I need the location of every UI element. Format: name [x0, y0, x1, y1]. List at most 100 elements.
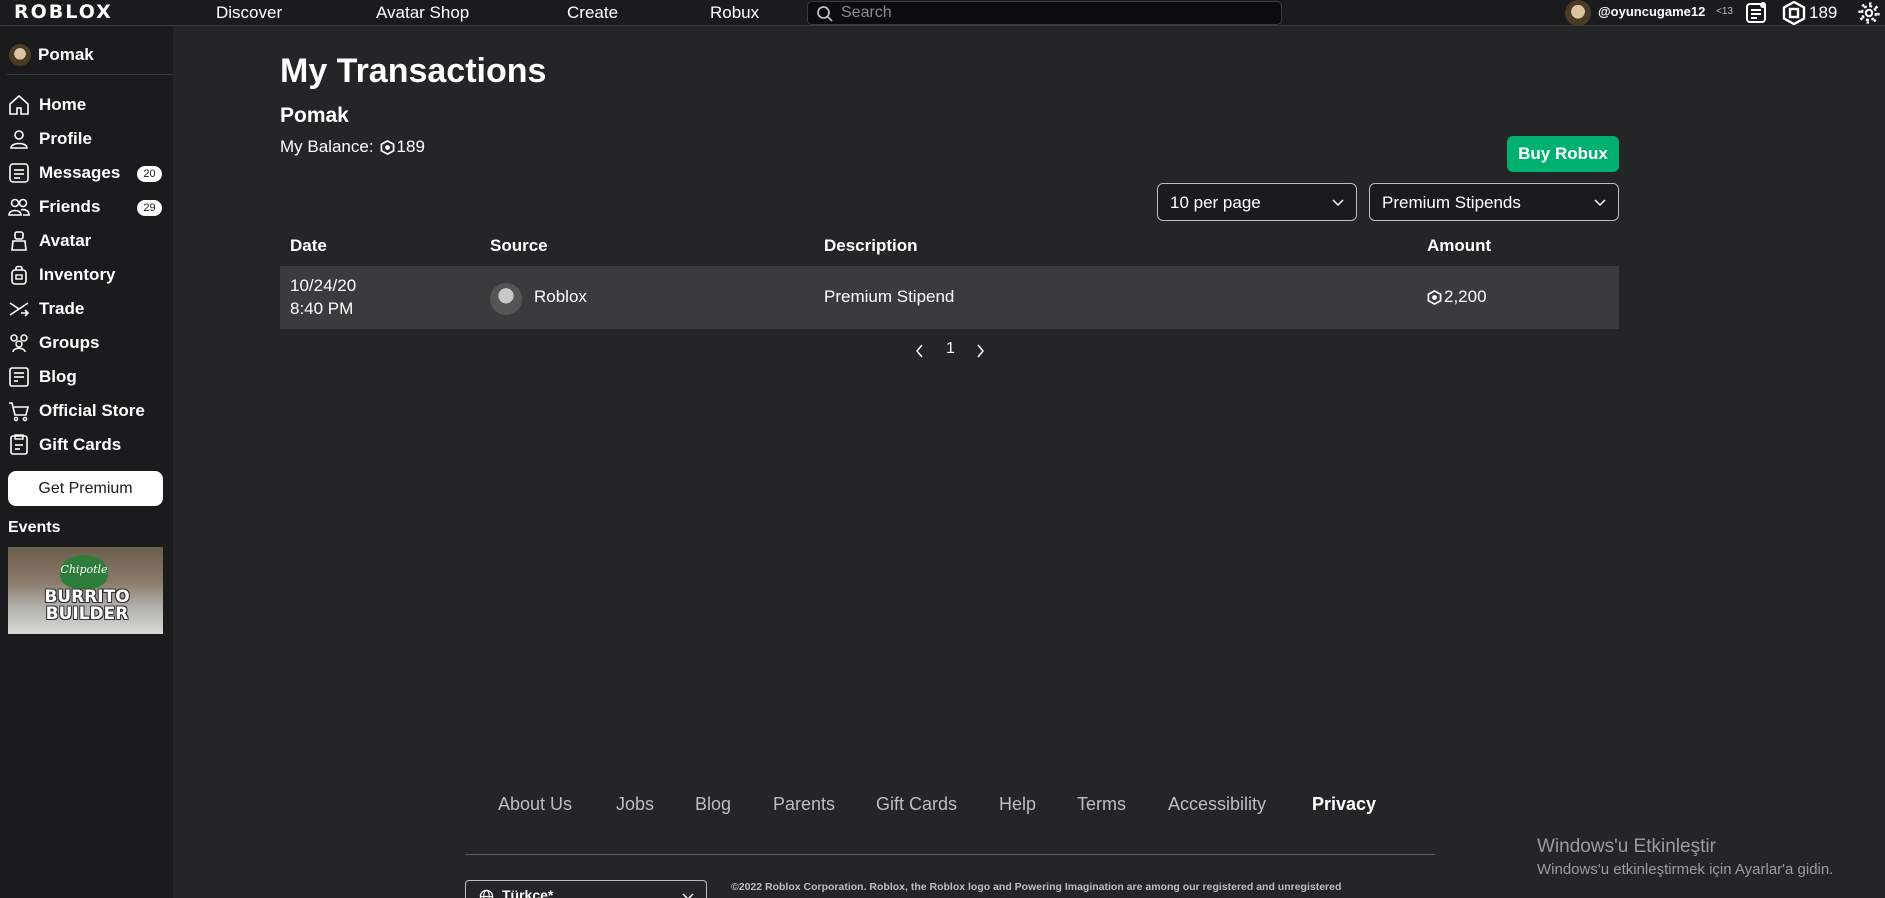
buy-robux-button[interactable]: Buy Robux — [1507, 136, 1619, 172]
sidebar-item-official-store[interactable]: Official Store — [7, 397, 167, 425]
sidebar-user[interactable]: Pomak — [9, 43, 94, 67]
footer-link-privacy[interactable]: Privacy — [1312, 794, 1376, 815]
transactions-username: Pomak — [280, 104, 349, 127]
notifications-icon[interactable] — [1745, 2, 1767, 24]
transaction-amount: 2,200 — [1444, 287, 1487, 306]
footer-link-help[interactable]: Help — [999, 794, 1036, 815]
robux-icon[interactable] — [1782, 1, 1806, 25]
footer-link-terms[interactable]: Terms — [1077, 794, 1126, 815]
avatar-icon — [11, 231, 27, 251]
chevron-left-icon[interactable] — [914, 343, 926, 359]
messages-count-badge: 20 — [137, 166, 162, 182]
sidebar-username: Pomak — [38, 45, 94, 64]
settings-gear-icon[interactable] — [1857, 1, 1881, 25]
age-label: <13 — [1716, 6, 1733, 17]
chevron-down-icon — [1594, 199, 1606, 207]
footer-link-parents[interactable]: Parents — [773, 794, 835, 815]
home-icon — [9, 94, 29, 115]
left-sidebar: Pomak Home Profile Messages 20 Friends 2… — [0, 27, 173, 898]
inventory-icon — [11, 265, 27, 285]
sidebar-item-avatar[interactable]: Avatar — [7, 227, 167, 255]
sidebar-item-groups[interactable]: Groups — [7, 329, 167, 357]
sidebar-item-label: Messages — [39, 163, 121, 182]
balance-value: 189 — [396, 137, 425, 156]
transaction-description: Premium Stipend — [824, 287, 955, 306]
sidebar-item-label: Trade — [39, 299, 85, 318]
search-input[interactable] — [841, 3, 1261, 23]
transaction-time: 8:40 PM — [290, 299, 354, 318]
roblox-logo[interactable]: ROBLOX — [14, 1, 113, 23]
footer-link-gift-cards[interactable]: Gift Cards — [876, 794, 957, 815]
nav-avatar-shop[interactable]: Avatar Shop — [376, 3, 469, 23]
sidebar-item-label: Groups — [39, 333, 100, 352]
event-brand: Chipotle — [60, 563, 108, 576]
blog-icon — [9, 367, 29, 387]
friends-count-badge: 29 — [137, 200, 162, 216]
globe-icon — [479, 889, 494, 898]
sidebar-item-messages[interactable]: Messages 20 — [7, 159, 167, 187]
transaction-source[interactable]: Roblox — [534, 287, 587, 307]
sidebar-item-label: Inventory — [39, 265, 116, 284]
current-page-number: 1 — [946, 340, 955, 357]
source-avatar[interactable] — [490, 283, 522, 315]
robux-icon — [1427, 290, 1442, 305]
page-title: My Transactions — [280, 52, 547, 90]
per-page-select[interactable]: 10 per page — [1157, 183, 1357, 221]
column-header-source: Source — [490, 236, 548, 255]
sidebar-item-profile[interactable]: Profile — [7, 125, 167, 153]
per-page-value: 10 per page — [1170, 193, 1261, 212]
groups-icon — [10, 334, 28, 353]
avatar — [9, 44, 31, 66]
nav-discover[interactable]: Discover — [216, 3, 282, 23]
events-heading: Events — [8, 519, 61, 536]
sidebar-item-gift-cards[interactable]: Gift Cards — [7, 431, 167, 459]
windows-activation-subtitle: Windows'u etkinleştirmek için Ayarlar'a … — [1537, 861, 1834, 878]
sidebar-item-label: Official Store — [39, 401, 145, 420]
transaction-date: 10/24/20 — [290, 276, 357, 295]
friends-icon — [8, 198, 30, 216]
nav-robux[interactable]: Robux — [710, 3, 759, 23]
column-header-amount: Amount — [1427, 236, 1492, 255]
footer-divider — [465, 854, 1435, 855]
sidebar-item-label: Blog — [39, 367, 77, 386]
sidebar-item-inventory[interactable]: Inventory — [7, 261, 167, 289]
footer-link-accessibility[interactable]: Accessibility — [1168, 794, 1266, 815]
search-box — [807, 1, 1282, 25]
sidebar-item-label: Home — [39, 95, 87, 114]
sidebar-item-label: Gift Cards — [39, 435, 122, 454]
robux-balance[interactable]: 189 — [1809, 3, 1837, 23]
sidebar-item-blog[interactable]: Blog — [7, 363, 167, 391]
store-cart-icon — [9, 402, 30, 422]
nav-create[interactable]: Create — [567, 3, 618, 23]
balance-label: My Balance: — [280, 137, 374, 156]
windows-activation-title: Windows'u Etkinleştir — [1537, 836, 1716, 857]
language-value: Türkçe* — [502, 887, 554, 898]
messages-icon — [9, 163, 29, 183]
sidebar-item-label: Friends — [39, 197, 101, 216]
chevron-down-icon — [1332, 199, 1344, 207]
top-navigation-bar: ROBLOX Discover Avatar Shop Create Robux… — [0, 0, 1885, 26]
footer-link-about-us[interactable]: About Us — [498, 794, 572, 815]
robux-icon — [380, 139, 394, 155]
footer-link-blog[interactable]: Blog — [695, 794, 731, 815]
user-avatar[interactable] — [1565, 0, 1591, 26]
event-banner-burrito-builder[interactable]: Chipotle BURRITO BUILDER — [8, 547, 163, 634]
event-title: BURRITO BUILDER — [44, 587, 130, 624]
transaction-type-select[interactable]: Premium Stipends — [1369, 183, 1619, 221]
copyright-text: ©2022 Roblox Corporation. Roblox, the Ro… — [731, 881, 1342, 893]
chevron-down-icon — [682, 893, 694, 898]
language-select[interactable]: Türkçe* — [465, 880, 707, 898]
sidebar-item-label: Avatar — [39, 231, 92, 250]
sidebar-item-trade[interactable]: Trade — [7, 295, 167, 323]
footer-link-jobs[interactable]: Jobs — [616, 794, 654, 815]
sidebar-item-friends[interactable]: Friends 29 — [7, 193, 167, 221]
column-header-date: Date — [290, 236, 327, 255]
sidebar-item-home[interactable]: Home — [7, 91, 167, 119]
gift-card-icon — [10, 434, 28, 455]
profile-icon — [10, 130, 28, 149]
chevron-right-icon[interactable] — [974, 343, 986, 359]
transaction-type-value: Premium Stipends — [1382, 193, 1521, 212]
get-premium-button[interactable]: Get Premium — [8, 471, 163, 506]
trade-icon — [9, 302, 30, 317]
username-label[interactable]: @oyuncugame12 — [1598, 4, 1705, 19]
